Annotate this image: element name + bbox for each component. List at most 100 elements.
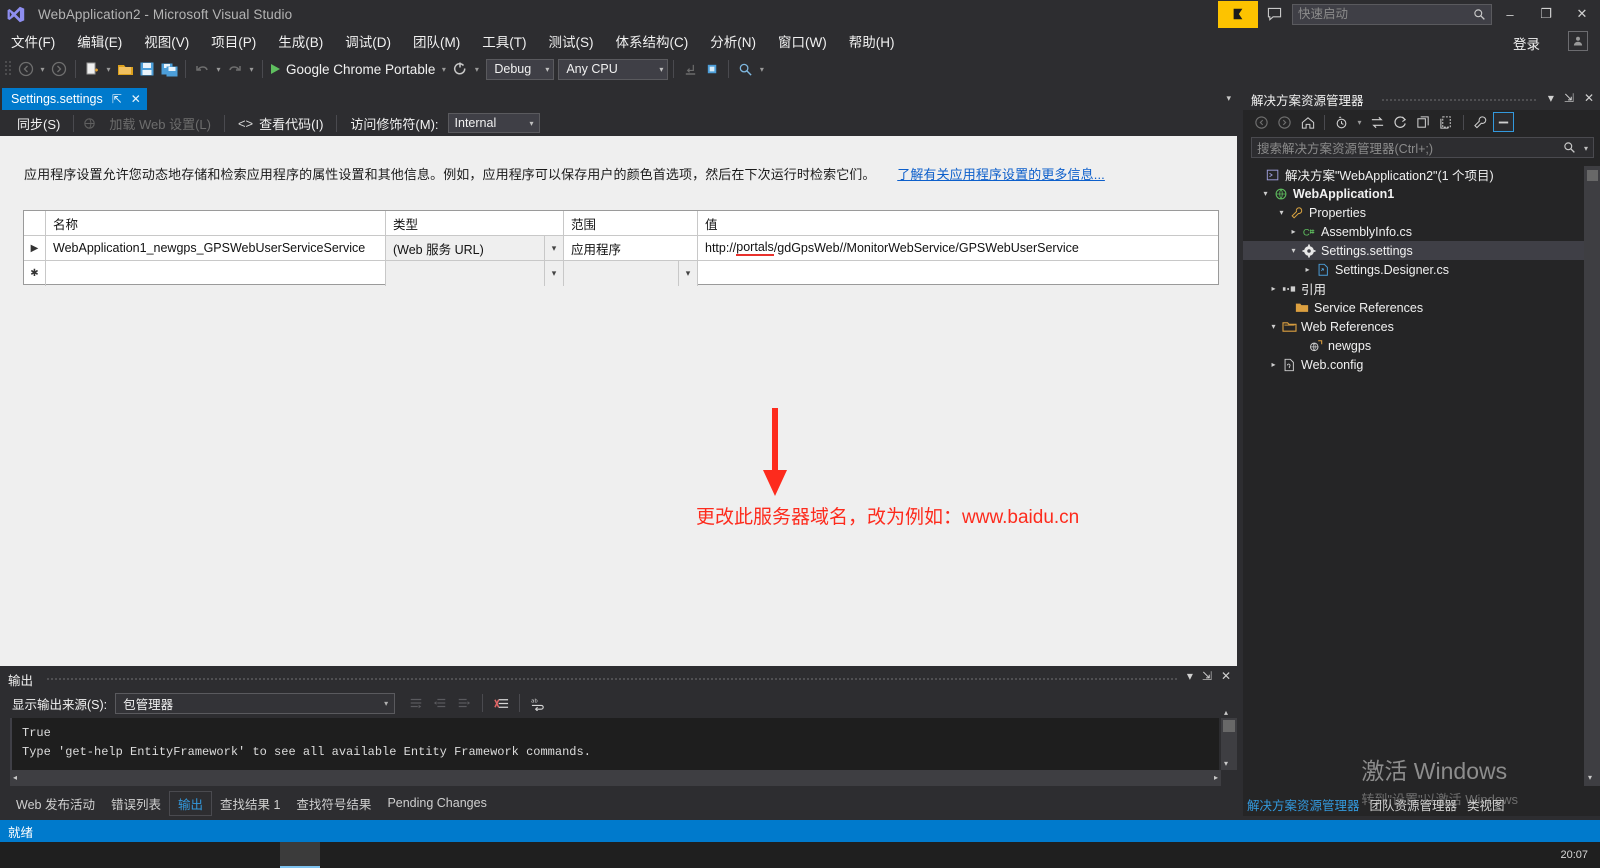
start-debug-button[interactable]: Google Chrome Portable	[268, 62, 438, 77]
column-header-value[interactable]: 值	[698, 211, 1217, 235]
pin-icon[interactable]: ⇲	[1202, 669, 1212, 683]
menu-item-edit[interactable]: 编辑(E)	[66, 28, 133, 54]
output-vertical-scrollbar[interactable]: ▴ ▾	[1221, 708, 1237, 770]
scroll-left-icon[interactable]: ◂	[13, 773, 17, 782]
menu-item-project[interactable]: 项目(P)	[200, 28, 267, 54]
cell-scope-new[interactable]: ▾	[564, 261, 698, 286]
scroll-down-icon[interactable]: ▾	[1224, 759, 1228, 768]
redo-dropdown-icon[interactable]: ▾	[246, 65, 257, 74]
expander[interactable]: ▸	[1287, 227, 1300, 236]
scroll-down-icon[interactable]: ▾	[1588, 773, 1592, 782]
chevron-down-icon[interactable]: ▾	[1584, 144, 1588, 153]
expander[interactable]: ▾	[1287, 246, 1300, 255]
cell-scope[interactable]: 应用程序	[564, 236, 698, 260]
cell-type[interactable]: (Web 服务 URL) ▾	[386, 236, 564, 260]
view-code-button[interactable]: 查看代码(I)	[255, 114, 332, 133]
chevron-down-icon[interactable]: ▾	[1548, 91, 1554, 105]
minimize-icon[interactable]: ▾	[1187, 669, 1193, 683]
scroll-up-icon[interactable]: ▴	[1224, 708, 1228, 717]
row-selector-new[interactable]: ✱	[24, 261, 46, 286]
table-row-new[interactable]: ✱ ▾ ▾	[24, 261, 1218, 286]
panel-drag-dots[interactable]	[46, 677, 1177, 681]
new-item-dropdown-icon[interactable]: ▾	[103, 65, 114, 74]
tab-team-explorer[interactable]: 团队资源管理器	[1370, 795, 1458, 814]
close-icon[interactable]: ✕	[1584, 91, 1594, 105]
refresh-icon[interactable]	[1390, 112, 1411, 132]
taskbar-item[interactable]	[240, 842, 280, 868]
scrollbar-thumb[interactable]	[1223, 720, 1235, 732]
close-icon[interactable]: ✕	[1221, 669, 1231, 683]
speech-bubble-icon[interactable]	[1258, 1, 1290, 28]
expander[interactable]: ▾	[1259, 189, 1272, 198]
expander[interactable]: ▾	[1267, 322, 1280, 331]
platform-combo[interactable]: Any CPU ▾	[558, 58, 669, 80]
tree-item-solution[interactable]: 解决方案"WebApplication2"(1 个项目)	[1243, 165, 1600, 184]
output-horizontal-scrollbar[interactable]: ◂ ▸	[10, 770, 1221, 786]
tree-item-settings-designer-cs[interactable]: ▸ Settings.Designer.cs	[1243, 260, 1600, 279]
output-source-combo[interactable]: 包管理器 ▾	[115, 692, 396, 714]
save-all-icon[interactable]	[158, 58, 180, 80]
tab-settings-settings[interactable]: Settings.settings ⇱ ✕	[2, 88, 147, 110]
clear-all-icon[interactable]	[490, 693, 512, 713]
panel-drag-dots[interactable]	[1381, 98, 1538, 102]
tab-web-publish-activity[interactable]: Web 发布活动	[8, 792, 103, 815]
tab-pending-changes[interactable]: Pending Changes	[379, 794, 494, 812]
expander[interactable]: ▸	[1267, 360, 1280, 369]
refresh-icon[interactable]	[449, 58, 471, 80]
taskbar-item[interactable]	[200, 842, 240, 868]
cell-value-new[interactable]	[698, 261, 1217, 286]
open-file-icon[interactable]	[114, 58, 136, 80]
menu-item-debug[interactable]: 调试(D)	[334, 28, 402, 54]
step-into-icon[interactable]	[679, 58, 701, 80]
taskbar-item[interactable]	[80, 842, 120, 868]
expander[interactable]: ▾	[1275, 208, 1288, 217]
sync-with-active-document-icon[interactable]	[1367, 112, 1388, 132]
taskbar-item[interactable]	[120, 842, 160, 868]
redo-icon[interactable]	[224, 58, 246, 80]
tree-item-references[interactable]: ▸ 引用	[1243, 279, 1600, 298]
menu-item-test[interactable]: 测试(S)	[538, 28, 605, 54]
taskbar-item[interactable]	[0, 842, 40, 868]
taskbar-item[interactable]	[160, 842, 200, 868]
column-header-type[interactable]: 类型	[386, 211, 564, 235]
undo-icon[interactable]	[191, 58, 213, 80]
tab-output[interactable]: 输出	[168, 790, 212, 816]
chevron-down-icon[interactable]: ▾	[678, 261, 697, 286]
search-icon[interactable]	[1473, 8, 1486, 26]
undo-dropdown-icon[interactable]: ▾	[213, 65, 224, 74]
learn-more-link[interactable]: 了解有关应用程序设置的更多信息...	[897, 167, 1105, 182]
pending-changes-icon[interactable]	[1331, 112, 1352, 132]
attach-process-icon[interactable]	[701, 58, 723, 80]
close-button[interactable]: ✕	[1564, 1, 1600, 28]
menu-item-build[interactable]: 生成(B)	[267, 28, 334, 54]
navigate-forward-icon[interactable]	[1274, 112, 1295, 132]
minimize-button[interactable]: –	[1492, 1, 1528, 28]
find-icon[interactable]	[734, 58, 756, 80]
tree-item-settings-settings[interactable]: ▾ Settings.settings	[1243, 241, 1600, 260]
cell-value[interactable]: http://portals/gdGpsWeb//MonitorWebServi…	[698, 236, 1217, 260]
navigate-back-icon[interactable]	[1251, 112, 1272, 132]
tab-solution-explorer[interactable]: 解决方案资源管理器	[1247, 795, 1360, 814]
table-row[interactable]: ▶ WebApplication1_newgps_GPSWebUserServi…	[24, 236, 1218, 261]
chevron-down-icon[interactable]: ▾	[544, 236, 563, 260]
tab-find-results-1[interactable]: 查找结果 1	[212, 792, 288, 815]
chevron-down-icon[interactable]: ▾	[544, 261, 563, 286]
menu-item-file[interactable]: 文件(F)	[0, 28, 66, 54]
scrollbar-thumb[interactable]	[1587, 170, 1598, 181]
scroll-right-icon[interactable]: ▸	[1214, 773, 1218, 782]
taskbar-item-active[interactable]	[280, 842, 320, 868]
quick-launch-box[interactable]	[1292, 3, 1492, 26]
close-icon[interactable]: ✕	[131, 92, 141, 106]
home-icon[interactable]	[1297, 112, 1318, 132]
menu-item-tools[interactable]: 工具(T)	[471, 28, 537, 54]
expander[interactable]: ▸	[1301, 265, 1314, 274]
menu-item-window[interactable]: 窗口(W)	[767, 28, 838, 54]
tree-item-newgps[interactable]: newgps	[1243, 336, 1600, 355]
tree-item-assemblyinfo-cs[interactable]: ▸ C AssemblyInfo.cs	[1243, 222, 1600, 241]
feedback-flag-icon[interactable]	[1218, 0, 1258, 28]
tree-item-webapplication1[interactable]: ▾ WebApplication1	[1243, 184, 1600, 203]
cell-name[interactable]: WebApplication1_newgps_GPSWebUserService…	[46, 236, 386, 260]
tab-error-list[interactable]: 错误列表	[103, 792, 169, 815]
menu-item-team[interactable]: 团队(M)	[402, 28, 471, 54]
debug-target-dropdown-icon[interactable]: ▾	[438, 65, 449, 74]
